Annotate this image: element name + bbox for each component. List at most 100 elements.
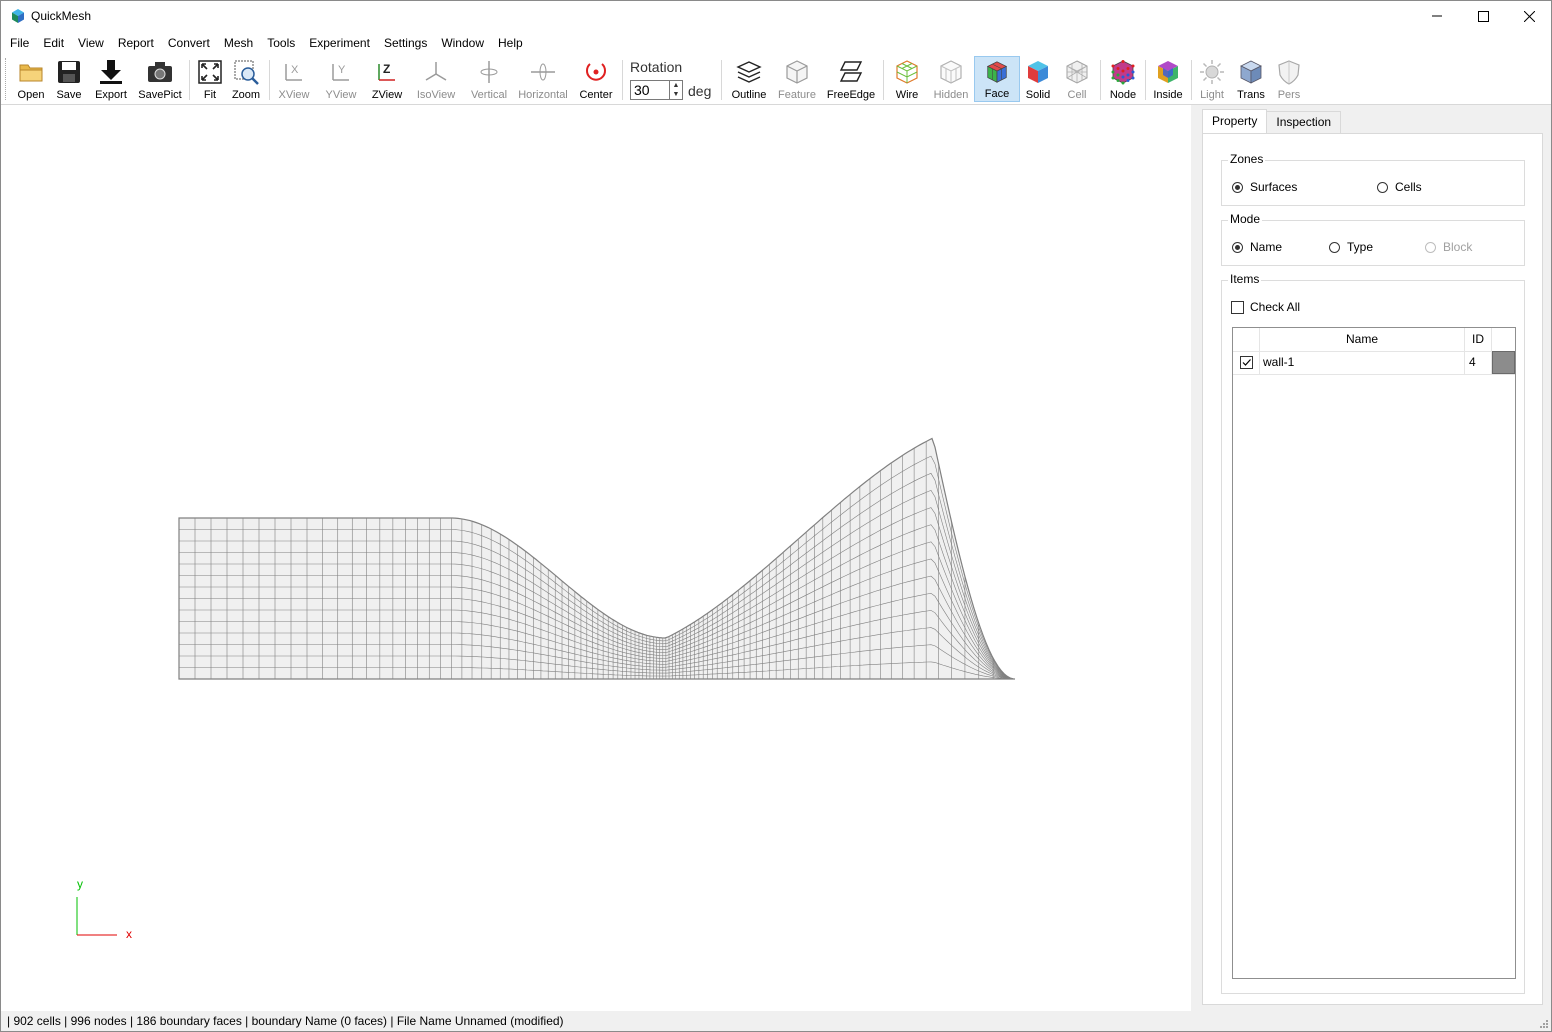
toolbar-separator: [189, 60, 190, 100]
zview-button[interactable]: Z ZView: [367, 56, 407, 102]
inside-button[interactable]: Inside: [1150, 56, 1186, 102]
x-axis-label: x: [126, 927, 132, 941]
wire-button[interactable]: Wire: [889, 56, 925, 102]
mesh-viewport[interactable]: y x: [1, 105, 1191, 1011]
rotation-spinner[interactable]: ▲ ▼: [669, 80, 683, 100]
outline-button[interactable]: Outline: [728, 56, 770, 102]
app-logo-icon: [12, 9, 24, 23]
feature-cube-icon: [786, 60, 808, 84]
rotation-angle-input[interactable]: 30: [630, 80, 670, 100]
zones-group: Zones Surfaces Cells: [1221, 152, 1525, 206]
center-target-icon: [586, 63, 606, 81]
menu-mesh[interactable]: Mesh: [217, 33, 260, 53]
menu-edit[interactable]: Edit: [36, 33, 71, 53]
row-name-cell[interactable]: wall-1: [1260, 351, 1465, 374]
perspective-shield-icon: [1278, 60, 1300, 85]
vertical-button[interactable]: Vertical: [467, 56, 511, 102]
close-button[interactable]: [1506, 1, 1552, 31]
fit-button[interactable]: Fit: [193, 56, 227, 102]
folder-icon: [19, 64, 43, 82]
isoview-button[interactable]: IsoView: [413, 56, 459, 102]
feature-button[interactable]: Feature: [775, 56, 819, 102]
pers-button[interactable]: Pers: [1273, 56, 1305, 102]
export-button[interactable]: Export: [91, 56, 131, 102]
zoom-magnifier-icon: [234, 60, 259, 85]
row-id-cell[interactable]: 4: [1465, 351, 1492, 374]
menu-view[interactable]: View: [71, 33, 111, 53]
save-button[interactable]: Save: [51, 56, 87, 102]
menu-convert[interactable]: Convert: [161, 33, 217, 53]
header-check-column[interactable]: [1233, 328, 1260, 351]
hidden-button[interactable]: Hidden: [930, 56, 972, 102]
rotation-unit-label: deg: [688, 83, 712, 99]
radio-unselected-icon: [1377, 181, 1388, 193]
status-text: | 902 cells | 996 nodes | 186 boundary f…: [7, 1014, 564, 1028]
center-button[interactable]: Center: [575, 56, 617, 102]
radio-unselected-icon: [1329, 241, 1340, 253]
maximize-icon: [1477, 10, 1489, 22]
minimize-button[interactable]: [1414, 1, 1460, 31]
node-button[interactable]: Node: [1105, 56, 1141, 102]
cell-mesh-icon: [1066, 60, 1088, 84]
panel-splitter[interactable]: [1191, 105, 1199, 1011]
spin-down-icon[interactable]: ▼: [670, 90, 682, 99]
spin-up-icon[interactable]: ▲: [670, 81, 682, 90]
resize-grip-icon[interactable]: [1537, 1017, 1549, 1029]
toolbar-separator: [1191, 60, 1192, 100]
menu-settings[interactable]: Settings: [377, 33, 434, 53]
freeedge-button[interactable]: FreeEdge: [824, 56, 878, 102]
header-name[interactable]: Name: [1260, 328, 1465, 351]
property-panel: Property Inspection Zones Surfaces Cells…: [1199, 105, 1551, 1011]
wire-cube-icon: [896, 60, 918, 84]
table-row[interactable]: wall-1 4: [1233, 351, 1515, 375]
hidden-cube-icon: [940, 60, 962, 84]
solid-button[interactable]: Solid: [1022, 56, 1054, 102]
table-header: Name ID: [1233, 328, 1515, 352]
menu-bar: File Edit View Report Convert Mesh Tools…: [1, 32, 1551, 53]
zoom-button[interactable]: Zoom: [229, 56, 263, 102]
open-button[interactable]: Open: [13, 56, 49, 102]
panel-tabs: Property Inspection: [1202, 109, 1342, 133]
tab-property[interactable]: Property: [1202, 109, 1268, 133]
menu-help[interactable]: Help: [491, 33, 530, 53]
mesh-canvas[interactable]: y x: [1, 105, 1191, 1011]
toolbar-grip[interactable]: [5, 58, 9, 100]
menu-report[interactable]: Report: [111, 33, 161, 53]
face-button[interactable]: Face: [974, 56, 1020, 102]
header-id[interactable]: ID: [1465, 328, 1492, 351]
menu-file[interactable]: File: [1, 33, 36, 53]
light-button[interactable]: Light: [1196, 56, 1228, 102]
trans-button[interactable]: Trans: [1233, 56, 1269, 102]
check-all-checkbox[interactable]: Check All: [1231, 300, 1300, 314]
mode-type-radio[interactable]: Type: [1329, 240, 1373, 254]
row-color-swatch[interactable]: [1492, 351, 1515, 374]
xview-button[interactable]: X XView: [275, 56, 313, 102]
svg-text:X: X: [291, 64, 299, 76]
row-checkbox-cell[interactable]: [1233, 351, 1260, 374]
svg-text:Y: Y: [338, 64, 346, 76]
menu-tools[interactable]: Tools: [260, 33, 302, 53]
zones-surfaces-radio[interactable]: Surfaces: [1232, 180, 1297, 194]
menu-experiment[interactable]: Experiment: [302, 33, 377, 53]
mode-name-radio[interactable]: Name: [1232, 240, 1282, 254]
horizontal-rotate-icon: [531, 63, 555, 81]
zones-cells-radio[interactable]: Cells: [1377, 180, 1422, 194]
toolbar-separator: [269, 60, 270, 100]
maximize-button[interactable]: [1460, 1, 1506, 31]
yview-button[interactable]: Y YView: [321, 56, 361, 102]
property-tab-page: Zones Surfaces Cells Mode Name Type Bloc…: [1202, 133, 1543, 1005]
toolbar-separator: [1100, 60, 1101, 100]
menu-window[interactable]: Window: [434, 33, 491, 53]
cell-button[interactable]: Cell: [1059, 56, 1095, 102]
mode-group: Mode Name Type Block: [1221, 212, 1525, 266]
vertical-rotate-icon: [480, 61, 498, 83]
mode-block-radio[interactable]: Block: [1425, 240, 1472, 254]
header-color-column[interactable]: [1492, 328, 1515, 351]
title-bar: QuickMesh: [1, 1, 1551, 31]
checkbox-checked-icon[interactable]: [1240, 356, 1253, 369]
main-toolbar: Open Save Export SavePict Fit Zoom X XVi…: [1, 54, 1551, 105]
svg-text:Z: Z: [383, 62, 390, 76]
tab-inspection[interactable]: Inspection: [1266, 111, 1342, 133]
horizontal-button[interactable]: Horizontal: [516, 56, 570, 102]
savepict-button[interactable]: SavePict: [137, 56, 183, 102]
